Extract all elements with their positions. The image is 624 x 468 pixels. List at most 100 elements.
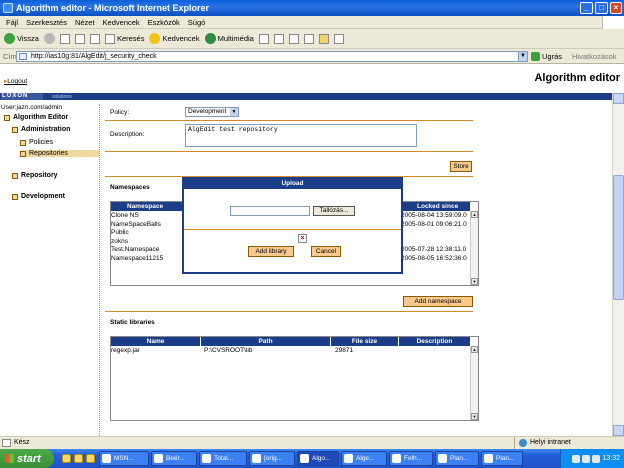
page-scrollbar[interactable] — [612, 93, 624, 436]
col-namespace: Namespace — [127, 203, 164, 210]
taskbar-item[interactable]: Felh... — [389, 451, 433, 466]
links-button[interactable]: Hivatkozások — [572, 52, 617, 61]
tray-icon[interactable] — [572, 454, 581, 463]
taskbar-item[interactable]: Algo... — [297, 451, 339, 466]
taskbar-item[interactable]: MSN... — [99, 451, 149, 466]
description-textarea[interactable]: AlgEdit test repository — [185, 124, 417, 147]
back-button[interactable]: Vissza — [4, 33, 39, 44]
scroll-thumb[interactable] — [613, 175, 624, 300]
tree-policies[interactable]: Policies — [20, 139, 53, 146]
taskbar-item[interactable]: Beér... — [151, 451, 197, 466]
tray-icon[interactable] — [592, 454, 601, 463]
home-icon[interactable] — [89, 33, 100, 44]
menu-bar: Fájl Szerkesztés Nézet Kedvencek Eszközö… — [0, 16, 624, 29]
scroll-down-icon[interactable]: ▼ — [471, 413, 478, 420]
address-bar: Cím http://ias10g:81/AlgEdit/j_security_… — [0, 49, 624, 64]
form-divider — [105, 120, 473, 121]
quicklaunch-icon[interactable] — [86, 454, 95, 463]
taskbar-item[interactable]: Plan... — [435, 451, 479, 466]
taskbar-item-label: Beér... — [166, 455, 185, 462]
scroll-up-button[interactable] — [613, 93, 624, 104]
scroll-up-icon[interactable]: ▲ — [471, 211, 478, 218]
address-dropdown[interactable]: ▼ — [518, 51, 528, 62]
mail-icon[interactable] — [273, 33, 284, 44]
tree-root[interactable]: Algorithm Editor — [4, 114, 68, 121]
stop-icon[interactable] — [59, 33, 70, 44]
status-text: Kész — [14, 439, 30, 446]
namespace-locked-since: 2005-08-01 09:06:21.0 — [401, 220, 467, 228]
taskbar-item-label: [orig... — [264, 455, 283, 462]
namespace-name: Clone NS — [111, 212, 139, 219]
taskbar-item[interactable]: Alge... — [341, 451, 387, 466]
folder-icon[interactable] — [318, 33, 329, 44]
menu-view[interactable]: Nézet — [75, 16, 95, 28]
page-content: ▸Logout Algorithm editor LOXON solutions… — [0, 64, 624, 436]
scroll-down-button[interactable] — [613, 425, 624, 436]
quicklaunch-icon[interactable] — [74, 454, 83, 463]
refresh-icon[interactable] — [74, 33, 85, 44]
tree-toggle-icon — [20, 139, 26, 146]
menu-file[interactable]: Fájl — [6, 16, 18, 28]
cancel-button[interactable]: Cancel — [311, 246, 341, 257]
messenger-icon[interactable] — [333, 33, 344, 44]
windows-logo-icon — [602, 16, 624, 29]
close-icon[interactable]: × — [298, 234, 307, 243]
favorites-button[interactable]: Kedvencek — [149, 33, 200, 44]
namespace-name: Public — [111, 229, 129, 236]
forward-icon[interactable] — [43, 33, 55, 44]
menu-edit[interactable]: Szerkesztés — [26, 16, 67, 28]
tray-icon[interactable] — [582, 454, 591, 463]
menu-favorites[interactable]: Kedvencek — [103, 16, 140, 28]
history-icon[interactable] — [258, 33, 269, 44]
namespaces-scrollbar[interactable]: ▲ ▼ — [470, 211, 478, 285]
add-namespace-button[interactable]: Add namespace — [403, 296, 473, 307]
tree-development[interactable]: Development — [12, 193, 65, 200]
minimize-button[interactable]: _ — [580, 2, 593, 14]
libraries-scrollbar[interactable]: ▲ ▼ — [470, 346, 478, 420]
file-path-input[interactable] — [230, 206, 310, 216]
media-button[interactable]: Multimédia — [204, 33, 254, 44]
libraries-table: Name Path File size Description regexp.j… — [110, 336, 479, 421]
tree-administration[interactable]: Administration — [12, 126, 70, 133]
namespace-name: Namespace11215 — [111, 254, 164, 262]
browse-button[interactable]: Tallózás... — [313, 206, 355, 216]
tree-toggle-icon — [20, 150, 26, 157]
scroll-down-icon[interactable]: ▼ — [471, 278, 478, 285]
quicklaunch-icon[interactable] — [62, 454, 71, 463]
tree-repository[interactable]: Repository — [12, 172, 58, 179]
add-library-button[interactable]: Add library — [248, 246, 294, 257]
edit-icon[interactable] — [303, 33, 314, 44]
search-button[interactable]: Keresés — [104, 33, 144, 44]
logout-link[interactable]: ▸Logout — [4, 77, 27, 85]
tree-repositories[interactable]: Repositories — [20, 150, 99, 157]
go-arrow-icon — [531, 52, 540, 61]
tree-toggle-icon — [12, 172, 18, 179]
lib-size: 29871 — [335, 347, 354, 354]
media-icon — [204, 33, 216, 44]
policy-select[interactable]: Development ▼ — [185, 107, 239, 117]
dialog-divider — [184, 229, 401, 230]
security-zone: Helyi intranet — [514, 437, 571, 449]
store-button[interactable]: Store — [450, 161, 472, 172]
print-icon[interactable] — [288, 33, 299, 44]
app-icon — [392, 454, 401, 463]
go-button[interactable]: Ugrás — [531, 52, 562, 61]
address-input[interactable]: http://ias10g:81/AlgEdit/j_security_chec… — [16, 51, 528, 62]
browser-toolbar: Vissza Keresés Kedvencek Multimédia — [0, 29, 624, 49]
page-icon — [19, 53, 27, 60]
chevron-down-icon: ▼ — [230, 108, 238, 116]
upload-dialog-title: Upload — [184, 179, 401, 189]
taskbar-item[interactable]: Total... — [199, 451, 247, 466]
close-button[interactable]: × — [610, 2, 622, 14]
scroll-up-icon[interactable]: ▲ — [471, 346, 478, 353]
menu-help[interactable]: Súgó — [188, 16, 206, 28]
app-icon — [202, 454, 211, 463]
start-button[interactable]: start — [0, 449, 54, 468]
taskbar-item-label: Total... — [214, 455, 234, 462]
menu-tools[interactable]: Eszközök — [148, 16, 180, 28]
taskbar-item[interactable]: [orig... — [249, 451, 295, 466]
taskbar-item[interactable]: Plan... — [481, 451, 523, 466]
tree-toggle-icon — [4, 114, 10, 121]
col-file-size: File size — [331, 337, 399, 346]
maximize-button[interactable]: □ — [595, 2, 608, 14]
